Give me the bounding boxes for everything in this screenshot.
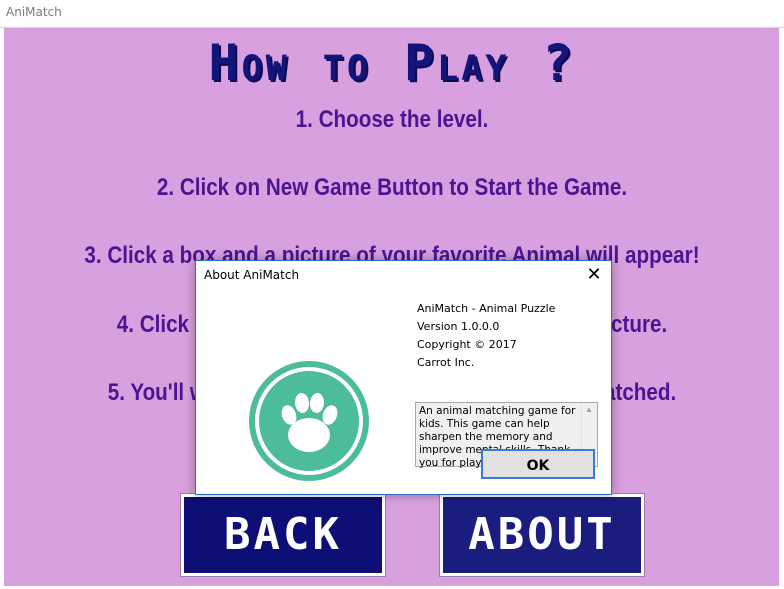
company-name: Carrot Inc. (417, 356, 475, 369)
window-border-right (779, 28, 784, 589)
window-title: AniMatch (6, 5, 62, 19)
instruction-step-1: 1. Choose the level. (295, 106, 489, 133)
about-button[interactable]: ABOUT (440, 494, 644, 576)
window-titlebar: AniMatch (0, 0, 784, 28)
back-button[interactable]: BACK (181, 494, 385, 576)
instruction-step-2: 2. Click on New Game Button to Start the… (156, 174, 628, 201)
product-copyright: Copyright © 2017 (417, 338, 517, 351)
scroll-up-icon[interactable]: ▲ (585, 405, 593, 414)
page-title: How to Play ? (208, 34, 576, 92)
product-version: Version 1.0.0.0 (417, 320, 500, 333)
ok-button[interactable]: OK (481, 449, 595, 479)
paw-print-icon (249, 361, 369, 481)
product-name: AniMatch - Animal Puzzle (417, 302, 556, 315)
close-icon[interactable]: ✕ (583, 265, 605, 285)
about-dialog: About AniMatch ✕ AniMatch - Animal Puzzl… (195, 260, 612, 495)
dialog-body: AniMatch - Animal Puzzle Version 1.0.0.0… (196, 289, 611, 494)
dialog-titlebar[interactable]: About AniMatch ✕ (196, 261, 611, 289)
dialog-title: About AniMatch (204, 268, 300, 282)
